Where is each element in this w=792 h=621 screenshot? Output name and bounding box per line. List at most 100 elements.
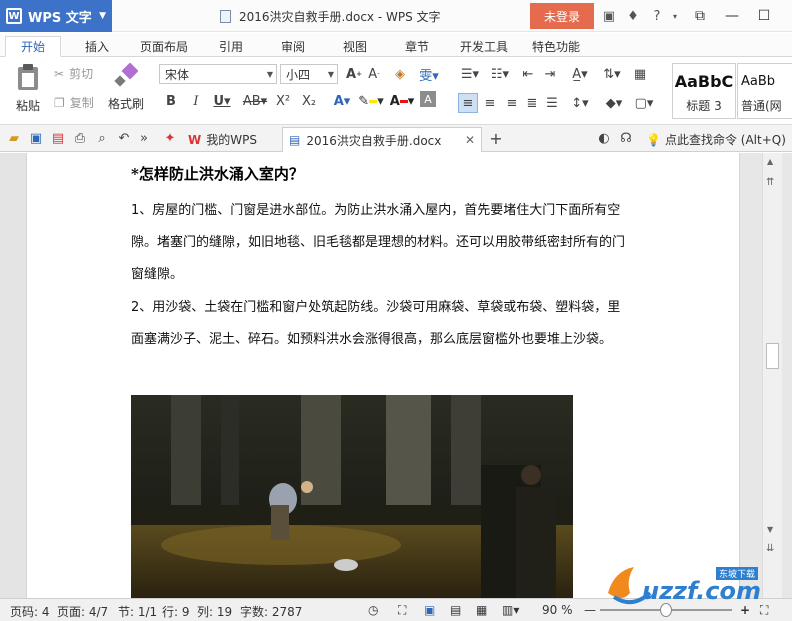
tab-my-wps[interactable]: W 我的WPS <box>184 127 274 152</box>
collab-icon[interactable]: ◐ <box>594 128 614 148</box>
more-icon[interactable]: » <box>134 128 154 148</box>
italic-icon[interactable]: I <box>186 91 206 111</box>
font-name-select[interactable]: 宋体 ▼ <box>159 64 277 84</box>
tab-references[interactable]: 引用 <box>210 36 252 57</box>
share-icon[interactable]: ☊ <box>616 128 636 148</box>
help-icon[interactable]: ? <box>646 5 668 27</box>
help-dropdown-icon[interactable]: ▾ <box>670 5 680 27</box>
command-search-label: 点此查找命令 (Alt+Q) <box>664 133 786 147</box>
wps-w-icon: W <box>188 132 202 147</box>
subscript-icon[interactable]: X₂ <box>299 91 319 111</box>
tab-developer[interactable]: 开发工具 <box>454 36 514 57</box>
document-area: *怎样防止洪水涌入室内？ 1、房屋的门槛、门窗是进水部位。为防止洪水涌入屋内，首… <box>0 153 762 598</box>
fullscreen-view-icon[interactable]: ⛶ <box>398 603 406 618</box>
scroll-thumb[interactable] <box>766 343 779 369</box>
tab-page-layout[interactable]: 页面布局 <box>134 36 194 57</box>
wps-menu-button[interactable]: W WPS 文字 ▼ <box>0 0 112 32</box>
web-view-icon[interactable]: ▦ <box>476 603 487 617</box>
align-center-icon[interactable]: ≡ <box>480 93 500 113</box>
flood-photo <box>131 395 573 598</box>
format-painter-button[interactable]: 格式刷 <box>106 63 146 119</box>
wps-logo-icon: W <box>6 8 22 24</box>
bold-icon[interactable]: B <box>161 91 181 111</box>
cut-button[interactable]: ✂ 剪切 <box>54 65 93 82</box>
scroll-down-icon[interactable]: ▼ <box>767 525 773 534</box>
status-page-count[interactable]: 页面: 4/7 <box>57 603 108 620</box>
strikethrough-icon[interactable]: AB▾ <box>240 91 270 111</box>
print-icon[interactable]: ⎙ <box>70 128 90 148</box>
sort-icon[interactable]: ⇅▾ <box>598 64 626 84</box>
decrease-indent-icon[interactable]: ⇤ <box>518 64 538 84</box>
table-icon[interactable]: ▦ <box>630 64 650 84</box>
align-left-icon[interactable]: ≡ <box>458 93 478 113</box>
font-color-icon[interactable]: A ▾ <box>388 91 416 111</box>
distribute-icon[interactable]: ☰ <box>542 93 562 113</box>
revision-icon[interactable]: ◷ <box>368 603 378 617</box>
tab-home[interactable]: 开始 <box>5 36 61 57</box>
tab-insert[interactable]: 插入 <box>76 36 118 57</box>
command-search[interactable]: 💡 点此查找命令 (Alt+Q) <box>646 131 786 148</box>
lightbulb-icon: 💡 <box>646 132 661 147</box>
status-section[interactable]: 节: 1/1 <box>118 603 157 620</box>
underline-icon[interactable]: U▾ <box>209 91 235 111</box>
zoom-out-icon[interactable]: — <box>584 603 596 617</box>
pin-icon[interactable]: ✦ <box>160 128 180 148</box>
save-icon[interactable]: ▣ <box>26 128 46 148</box>
border-icon[interactable]: ▢▾ <box>630 93 658 113</box>
justify-icon[interactable]: ≣ <box>522 93 542 113</box>
tab-review[interactable]: 审阅 <box>272 36 314 57</box>
close-button[interactable]: ✕ <box>780 0 792 32</box>
paste-label: 粘贴 <box>15 99 40 113</box>
close-tab-icon[interactable]: ✕ <box>465 133 475 147</box>
login-button[interactable]: 未登录 <box>530 3 594 29</box>
align-right-icon[interactable]: ≡ <box>502 93 522 113</box>
maximize-button[interactable]: ☐ <box>748 0 780 32</box>
status-col[interactable]: 列: 19 <box>197 603 232 620</box>
open-folder-icon[interactable]: ▰ <box>4 128 24 148</box>
zoom-value[interactable]: 90 % <box>542 603 573 617</box>
tab-document-label: 2016洪灾自救手册.docx <box>306 133 442 148</box>
clear-format-icon[interactable]: ◈ <box>390 64 410 84</box>
shrink-font-icon[interactable]: A- <box>364 64 384 84</box>
style-heading3[interactable]: AaBbC 标题 3 <box>672 63 736 119</box>
chinese-layout-icon[interactable]: A̲▾ <box>566 64 594 84</box>
minimize-button[interactable]: — <box>716 0 748 32</box>
number-list-icon[interactable]: ☷▾ <box>486 64 514 84</box>
ribbon-tabs: 开始 插入 页面布局 引用 审阅 视图 章节 开发工具 特色功能 <box>0 33 792 57</box>
status-word-count[interactable]: 字数: 2787 <box>240 603 302 620</box>
font-size-select[interactable]: 小四 ▼ <box>280 64 338 84</box>
tab-special[interactable]: 特色功能 <box>526 36 586 57</box>
line-spacing-icon[interactable]: ↕▾ <box>566 93 594 113</box>
export-pdf-icon[interactable]: ▤ <box>48 128 68 148</box>
superscript-icon[interactable]: X² <box>273 91 293 111</box>
char-shading-icon[interactable]: A <box>420 91 436 107</box>
shading-icon[interactable]: ◆▾ <box>600 93 628 113</box>
style-normal[interactable]: AaBb 普通(网 <box>737 63 792 119</box>
page-view-icon[interactable]: ▣ <box>424 603 435 617</box>
tab-document[interactable]: ▤ 2016洪灾自救手册.docx ✕ <box>282 127 482 152</box>
tab-view[interactable]: 视图 <box>334 36 376 57</box>
bullet-list-icon[interactable]: ☰▾ <box>456 64 484 84</box>
grow-font-icon[interactable]: A + <box>344 64 364 84</box>
pinyin-icon[interactable]: 雯▾ <box>414 64 444 84</box>
tab-chapter[interactable]: 章节 <box>396 36 438 57</box>
shirt-icon[interactable]: ♦ <box>622 5 644 27</box>
reading-view-icon[interactable]: ▥▾ <box>502 603 519 617</box>
status-row[interactable]: 行: 9 <box>162 603 190 620</box>
copy-button[interactable]: ❐ 复制 <box>54 94 94 111</box>
vertical-scrollbar[interactable]: ▲ ⇈ ▼ ⇊ <box>762 153 782 598</box>
highlight-icon[interactable]: ✎ ▾ <box>357 91 385 111</box>
undo-icon[interactable]: ↶ <box>114 128 134 148</box>
increase-indent-icon[interactable]: ⇥ <box>540 64 560 84</box>
outline-view-icon[interactable]: ▤ <box>450 603 461 617</box>
paste-button[interactable]: 粘贴 <box>8 63 48 119</box>
scroll-up-icon[interactable]: ▲ <box>767 157 773 166</box>
previous-page-icon[interactable]: ⇈ <box>766 177 774 188</box>
text-effect-icon[interactable]: A▾ <box>330 91 354 111</box>
style-preview-text: AaBbC <box>674 72 734 91</box>
print-preview-icon[interactable]: ⌕ <box>92 128 112 148</box>
status-page[interactable]: 页码: 4 <box>10 603 50 620</box>
fullscreen-icon[interactable]: ⧉ <box>684 0 716 32</box>
skin-icon[interactable]: ▣ <box>598 5 620 27</box>
new-tab-button[interactable]: + <box>486 128 506 148</box>
